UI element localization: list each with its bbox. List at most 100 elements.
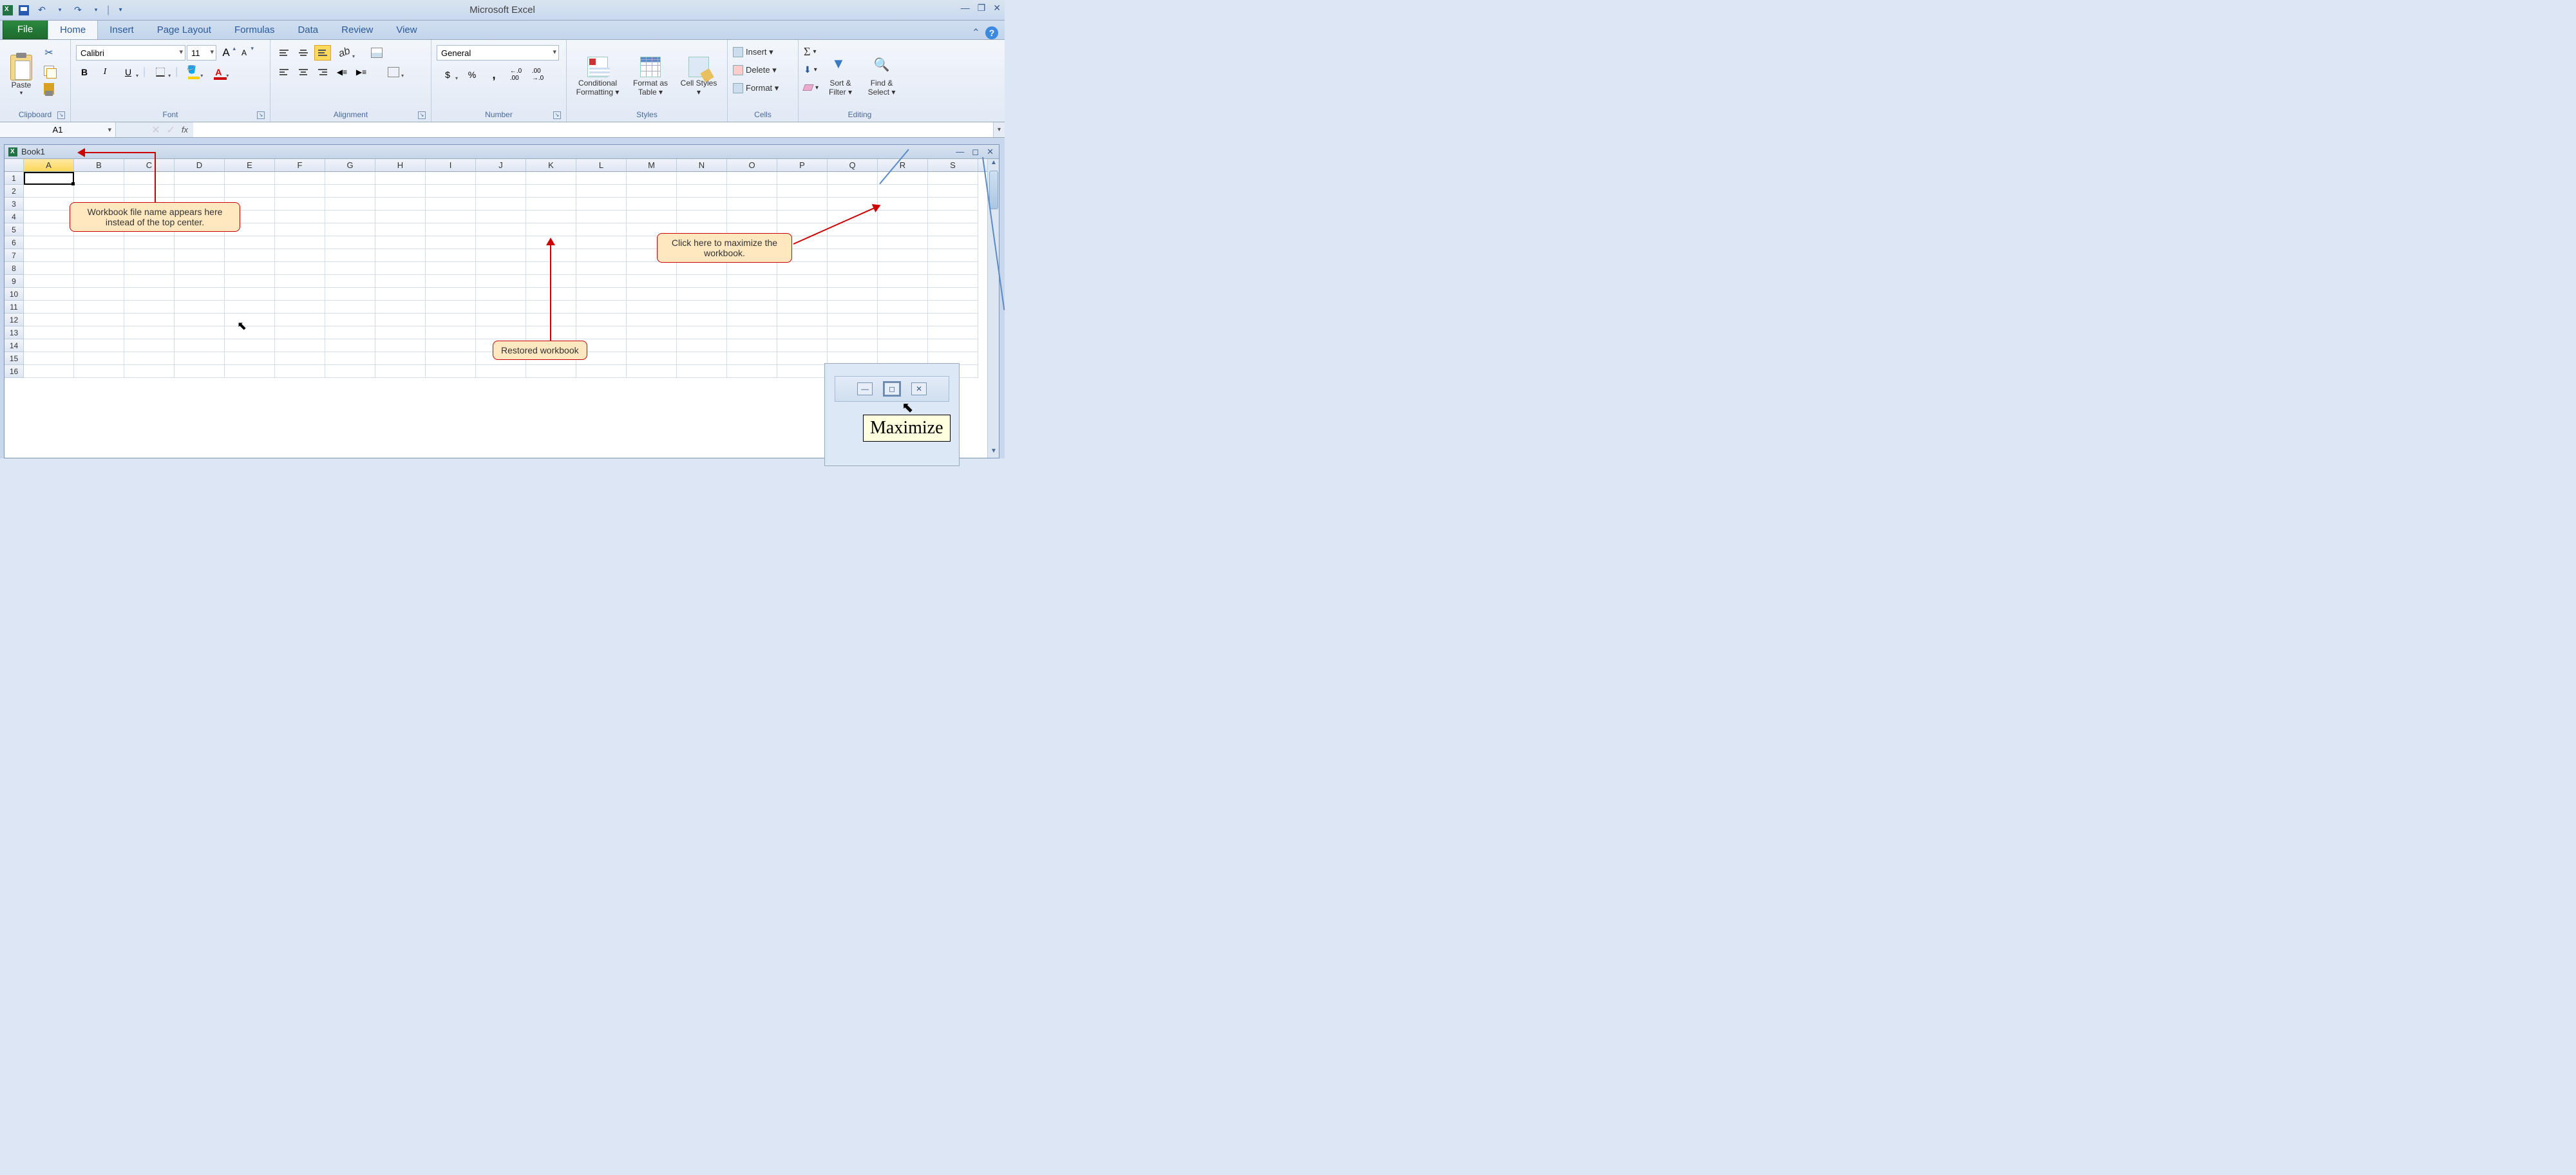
find-select-button[interactable]: Find & Select ▾ — [862, 42, 901, 99]
cell[interactable] — [677, 339, 727, 352]
cell[interactable] — [225, 352, 275, 365]
cell[interactable] — [526, 288, 576, 301]
cell[interactable] — [476, 223, 526, 236]
cell[interactable] — [627, 314, 677, 326]
cell[interactable] — [225, 275, 275, 288]
cell[interactable] — [928, 198, 978, 211]
cell[interactable] — [124, 172, 175, 185]
cell[interactable] — [124, 339, 175, 352]
cell[interactable] — [175, 275, 225, 288]
cell[interactable] — [526, 249, 576, 262]
cell[interactable] — [325, 198, 375, 211]
cell[interactable] — [225, 236, 275, 249]
cell[interactable] — [526, 198, 576, 211]
cell[interactable] — [777, 352, 828, 365]
cell[interactable] — [375, 365, 426, 378]
row-header[interactable]: 5 — [5, 223, 24, 236]
row-header[interactable]: 1 — [5, 172, 24, 185]
cell[interactable] — [576, 185, 627, 198]
increase-decimal-button[interactable]: ←.0.00 — [507, 67, 524, 82]
cell[interactable] — [727, 185, 777, 198]
cell[interactable] — [727, 275, 777, 288]
cell[interactable] — [175, 352, 225, 365]
cell[interactable] — [627, 301, 677, 314]
cell[interactable] — [325, 223, 375, 236]
cell[interactable] — [677, 288, 727, 301]
cell[interactable] — [526, 314, 576, 326]
cell[interactable] — [74, 339, 124, 352]
cell[interactable] — [426, 185, 476, 198]
cell[interactable] — [526, 185, 576, 198]
cell[interactable] — [526, 301, 576, 314]
cell[interactable] — [325, 262, 375, 275]
scroll-down-button[interactable]: ▼ — [988, 447, 999, 458]
column-header[interactable]: I — [426, 159, 476, 171]
cell[interactable] — [74, 275, 124, 288]
cell[interactable] — [627, 262, 677, 275]
column-header[interactable]: M — [627, 159, 677, 171]
cell[interactable] — [928, 326, 978, 339]
cell[interactable] — [325, 288, 375, 301]
cell[interactable] — [526, 211, 576, 223]
row-header[interactable]: 8 — [5, 262, 24, 275]
cell[interactable] — [375, 223, 426, 236]
cell[interactable] — [727, 326, 777, 339]
dialog-launcher-icon[interactable]: ↘ — [57, 111, 65, 119]
sort-filter-button[interactable]: Sort & Filter ▾ — [822, 42, 858, 99]
column-header[interactable]: G — [325, 159, 375, 171]
cell[interactable] — [777, 275, 828, 288]
conditional-formatting-button[interactable]: Conditional Formatting ▾ — [572, 42, 623, 99]
cell[interactable] — [325, 352, 375, 365]
cell[interactable] — [476, 365, 526, 378]
cell[interactable] — [325, 275, 375, 288]
cell[interactable] — [576, 326, 627, 339]
cell[interactable] — [677, 326, 727, 339]
cell[interactable] — [777, 185, 828, 198]
cell[interactable] — [828, 172, 878, 185]
cell[interactable] — [476, 326, 526, 339]
cell[interactable] — [275, 198, 325, 211]
cell[interactable] — [74, 236, 124, 249]
row-header[interactable]: 15 — [5, 352, 24, 365]
decrease-decimal-button[interactable]: .00→.0 — [529, 67, 546, 82]
cell[interactable] — [878, 339, 928, 352]
format-as-table-button[interactable]: Format as Table ▾ — [626, 42, 675, 99]
cell[interactable] — [325, 365, 375, 378]
restore-button[interactable]: ❐ — [978, 3, 986, 14]
cell[interactable] — [124, 301, 175, 314]
cell[interactable] — [476, 314, 526, 326]
cell[interactable] — [74, 288, 124, 301]
workbook-maximize-button[interactable]: ◻ — [972, 147, 979, 157]
cell[interactable] — [375, 301, 426, 314]
cell[interactable] — [476, 172, 526, 185]
help-icon[interactable]: ? — [985, 26, 998, 39]
column-header[interactable]: R — [878, 159, 928, 171]
column-header[interactable]: C — [124, 159, 175, 171]
cell[interactable] — [677, 185, 727, 198]
cell[interactable] — [24, 211, 74, 223]
cell[interactable] — [777, 172, 828, 185]
cell[interactable] — [24, 185, 74, 198]
format-painter-button[interactable] — [41, 81, 57, 97]
cell[interactable] — [828, 339, 878, 352]
cell[interactable] — [375, 339, 426, 352]
row-header[interactable]: 12 — [5, 314, 24, 326]
cell[interactable] — [24, 352, 74, 365]
cell[interactable] — [426, 326, 476, 339]
cell[interactable] — [878, 223, 928, 236]
cell[interactable] — [225, 288, 275, 301]
cell[interactable] — [275, 223, 325, 236]
cell[interactable] — [677, 365, 727, 378]
cell[interactable] — [225, 249, 275, 262]
cell[interactable] — [426, 275, 476, 288]
cell[interactable] — [727, 211, 777, 223]
cell[interactable] — [727, 172, 777, 185]
cell[interactable] — [24, 365, 74, 378]
cell[interactable] — [526, 172, 576, 185]
cell[interactable] — [777, 326, 828, 339]
cell[interactable] — [677, 262, 727, 275]
cell[interactable] — [24, 301, 74, 314]
cell[interactable] — [526, 275, 576, 288]
cell[interactable] — [225, 172, 275, 185]
cell[interactable] — [74, 249, 124, 262]
